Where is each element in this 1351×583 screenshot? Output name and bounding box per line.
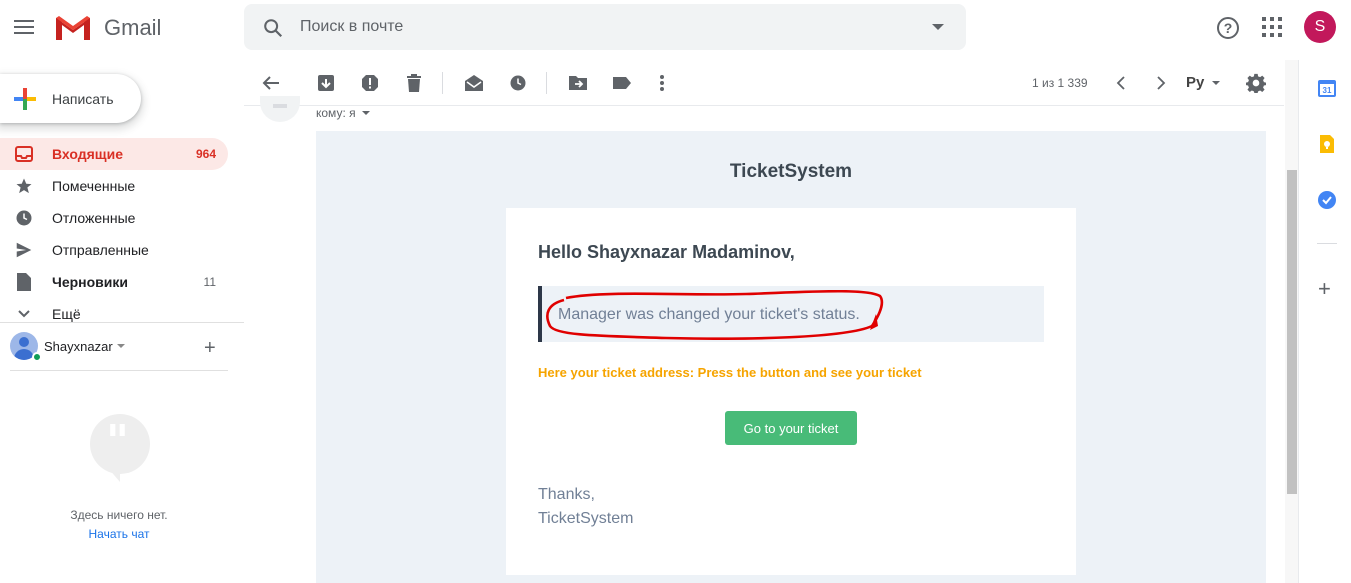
search-options-chevron-icon[interactable] (932, 24, 944, 30)
search-input[interactable] (300, 4, 900, 50)
chevron-down-icon (361, 111, 370, 115)
back-arrow-icon[interactable] (260, 72, 282, 94)
mark-unread-icon[interactable] (463, 72, 485, 94)
red-annotation-circle (546, 290, 884, 340)
email-signoff: Thanks, TicketSystem (538, 483, 633, 531)
gmail-logo[interactable]: Gmail (54, 14, 161, 42)
input-language-selector[interactable]: Ру (1186, 74, 1221, 91)
side-panel-rail: 31 + (1298, 60, 1351, 583)
keep-icon[interactable] (1317, 134, 1337, 154)
sidebar-item-label: Помеченные (52, 178, 136, 194)
scrollbar-thumb[interactable] (1287, 170, 1297, 494)
sidebar-item-drafts[interactable]: Черновики 11 (0, 266, 244, 298)
unread-count: 964 (195, 147, 216, 161)
sidebar-item-sent[interactable]: Отправленные (0, 234, 244, 266)
sidebar-item-label: Отправленные (52, 242, 149, 258)
chevron-down-icon (1212, 80, 1221, 85)
search-icon[interactable] (262, 17, 284, 39)
clock-icon (14, 208, 34, 228)
compose-button[interactable]: Написать (0, 74, 141, 123)
sidebar-item-starred[interactable]: Помеченные (0, 170, 244, 202)
account-avatar[interactable]: S (1304, 11, 1336, 43)
online-status-icon (32, 352, 42, 362)
empty-chat-text: Здесь ничего нет. (70, 508, 168, 522)
ticket-address-text: Here your ticket address: Press the butt… (538, 365, 922, 380)
top-bar: Gmail ? S (0, 0, 1351, 56)
sidebar-item-more[interactable]: Ещё (0, 298, 244, 330)
email-greeting: Hello Shayxnazar Madaminov, (538, 242, 795, 262)
move-to-folder-icon[interactable] (567, 72, 589, 94)
chevron-down-icon (14, 304, 34, 324)
plus-icon (14, 87, 36, 110)
more-vert-icon[interactable] (651, 72, 673, 94)
prev-chevron-icon[interactable] (1110, 72, 1132, 94)
pagination-count: 1 из 1 339 (1032, 76, 1088, 90)
input-language-label: Ру (1186, 74, 1205, 91)
delete-trash-icon[interactable] (403, 72, 425, 94)
sidebar-item-label: Черновики (52, 274, 129, 290)
app-name: Gmail (104, 15, 162, 40)
hangouts-user[interactable]: Shayxnazar (10, 332, 125, 360)
status-panel: Manager was changed your ticket's status… (538, 286, 1044, 342)
chevron-down-icon[interactable] (116, 344, 125, 348)
tasks-icon[interactable] (1317, 190, 1337, 210)
help-icon[interactable]: ? (1216, 16, 1240, 40)
compose-label: Написать (52, 90, 114, 107)
send-icon (14, 240, 34, 260)
sender-avatar (260, 96, 300, 122)
toolbar-separator (442, 72, 443, 94)
sidebar-item-label: Ещё (52, 306, 81, 322)
toolbar-separator (546, 72, 547, 94)
thanks-text: Thanks, (538, 486, 595, 503)
settings-gear-icon[interactable] (1245, 72, 1267, 94)
rail-divider (1317, 243, 1337, 244)
sidebar-nav: Входящие 964 Помеченные Отложенные Отпра… (0, 138, 244, 330)
label-tag-icon[interactable] (611, 72, 633, 94)
message-toolbar: 1 из 1 339 Ру (244, 60, 1284, 106)
star-icon (14, 176, 34, 196)
add-addon-icon[interactable]: + (1318, 276, 1331, 302)
signature-text: TicketSystem (538, 510, 634, 527)
archive-icon[interactable] (315, 72, 337, 94)
report-spam-icon[interactable] (359, 72, 381, 94)
hangouts-user-name: Shayxnazar (44, 338, 113, 354)
draft-file-icon (14, 272, 34, 292)
email-body: TicketSystem Hello Shayxnazar Madaminov,… (316, 131, 1266, 583)
apps-grid-icon[interactable] (1262, 17, 1282, 37)
svg-text:?: ? (1224, 20, 1233, 36)
recipient-label: кому: я (316, 106, 356, 120)
draft-count: 11 (203, 275, 216, 289)
main-menu-button[interactable] (10, 12, 38, 42)
go-to-ticket-button[interactable]: Go to your ticket (725, 411, 857, 445)
add-chat-icon[interactable]: + (204, 337, 216, 360)
next-chevron-icon[interactable] (1150, 72, 1172, 94)
sidebar-item-label: Входящие (52, 146, 123, 162)
start-chat-link[interactable]: Начать чат (0, 527, 238, 541)
calendar-icon[interactable]: 31 (1317, 78, 1337, 98)
gmail-m-icon (56, 16, 90, 40)
hangouts-quote-tail (108, 468, 120, 482)
svg-text:31: 31 (1323, 86, 1332, 95)
hangouts-quote-icon: " (90, 414, 150, 474)
email-card: Hello Shayxnazar Madaminov, Manager was … (506, 208, 1076, 575)
search-bar (244, 4, 966, 50)
sidebar-item-inbox[interactable]: Входящие 964 (0, 138, 228, 170)
email-brand-header: TicketSystem (729, 161, 853, 182)
inbox-icon (14, 144, 34, 164)
hangouts-divider (10, 370, 228, 371)
recipient-details[interactable]: кому: я (316, 106, 370, 120)
sidebar-item-label: Отложенные (52, 210, 136, 226)
snooze-clock-icon[interactable] (507, 72, 529, 94)
sidebar-item-snoozed[interactable]: Отложенные (0, 202, 244, 234)
sidebar-divider (0, 322, 244, 323)
